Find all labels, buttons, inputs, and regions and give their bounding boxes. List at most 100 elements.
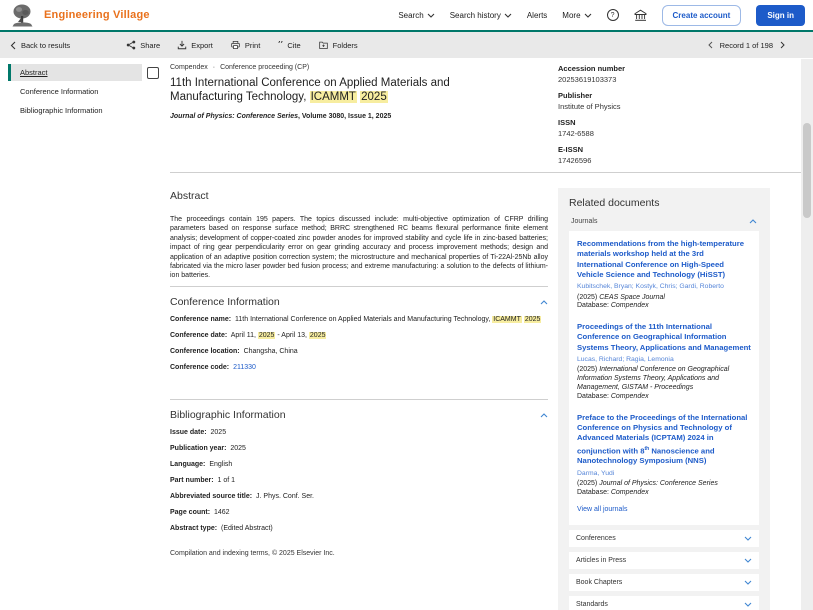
sidebar-item-conference-information[interactable]: Conference Information bbox=[8, 83, 142, 100]
top-header: Engineering Village Search Search histor… bbox=[0, 0, 813, 30]
issn-link[interactable]: 1742-6588 bbox=[558, 129, 770, 138]
record-metadata: Accession number 20253619103373 Publishe… bbox=[558, 64, 770, 172]
chevron-down-icon bbox=[504, 13, 512, 18]
page-scrollbar-track[interactable] bbox=[801, 59, 813, 610]
related-document-database: Database: Compendex bbox=[577, 489, 751, 498]
share-button[interactable]: Share bbox=[126, 40, 160, 50]
institution-icon[interactable] bbox=[634, 9, 647, 22]
related-document: Proceedings of the 11th International Co… bbox=[577, 322, 751, 401]
eyebrow-separator: · bbox=[213, 64, 215, 71]
share-icon bbox=[126, 40, 136, 50]
previous-record-icon[interactable] bbox=[708, 41, 713, 49]
accordion-standards[interactable]: Standards bbox=[569, 596, 759, 610]
issue-date-row: Issue date: 2025 bbox=[170, 428, 548, 437]
related-document: Preface to the Proceedings of the Intern… bbox=[577, 413, 751, 498]
create-account-button[interactable]: Create account bbox=[662, 5, 742, 26]
brand-title[interactable]: Engineering Village bbox=[44, 9, 150, 21]
collapse-section-icon[interactable] bbox=[540, 413, 548, 418]
conference-code-link[interactable]: 211330 bbox=[233, 364, 256, 371]
record-main: Compendex · Conference proceeding (CP) 1… bbox=[170, 64, 548, 610]
next-record-icon[interactable] bbox=[780, 41, 785, 49]
accession-number-label: Accession number bbox=[558, 64, 770, 73]
nav-search[interactable]: Search bbox=[398, 11, 434, 20]
related-document-database: Database: Compendex bbox=[577, 393, 751, 402]
eissn-group: E-ISSN 17426596 bbox=[558, 145, 770, 165]
folders-button[interactable]: Folders bbox=[318, 40, 358, 50]
conference-information-section: Conference Information Conference name: … bbox=[170, 296, 548, 372]
nav-more[interactable]: More bbox=[562, 11, 591, 20]
eissn-link[interactable]: 17426596 bbox=[558, 156, 770, 165]
header-nav: Search Search history Alerts More bbox=[398, 5, 805, 26]
related-document: Recommendations from the high-temperatur… bbox=[577, 239, 751, 311]
nav-search-label: Search bbox=[398, 11, 423, 20]
chevron-down-icon bbox=[744, 602, 752, 607]
related-document-source: (2025) International Conference on Geogr… bbox=[577, 366, 751, 392]
section-divider bbox=[170, 399, 548, 400]
record-eyebrow: Compendex · Conference proceeding (CP) bbox=[170, 64, 548, 71]
chevron-down-icon bbox=[744, 558, 752, 563]
bibliographic-information-section: Bibliographic Information Issue date: 20… bbox=[170, 409, 548, 533]
abstract-section: Abstract The proceedings contain 195 pap… bbox=[170, 190, 548, 281]
conference-date-row: Conference date: April 11, 2025 - April … bbox=[170, 331, 548, 340]
record-title: 11th International Conference on Applied… bbox=[170, 76, 482, 104]
cite-quote-icon: ” bbox=[277, 41, 283, 49]
record-toolbar: Back to results Share bbox=[0, 30, 813, 58]
related-document-title-link[interactable]: Proceedings of the 11th International Co… bbox=[577, 322, 751, 353]
chevron-down-icon bbox=[584, 13, 592, 18]
cite-label: Cite bbox=[287, 41, 300, 50]
related-documents-panel: Related documents Journals Recommendatio… bbox=[558, 188, 770, 610]
accordion-conferences[interactable]: Conferences bbox=[569, 530, 759, 547]
share-label: Share bbox=[140, 41, 160, 50]
chevron-down-icon bbox=[744, 536, 752, 541]
accordion-book-chapters[interactable]: Book Chapters bbox=[569, 574, 759, 591]
record-pagination: Record 1 of 198 bbox=[708, 41, 785, 50]
publication-year-row: Publication year: 2025 bbox=[170, 444, 548, 453]
nav-search-history[interactable]: Search history bbox=[450, 11, 512, 20]
back-to-results-button[interactable]: Back to results bbox=[10, 41, 70, 50]
chevron-down-icon bbox=[427, 13, 435, 18]
journals-accordion-header[interactable]: Journals bbox=[569, 218, 759, 225]
help-icon[interactable]: ? bbox=[607, 9, 619, 21]
related-document-authors[interactable]: Lucas, Richard; Ragia, Lemonia bbox=[577, 356, 751, 364]
print-button[interactable]: Print bbox=[230, 40, 260, 50]
related-document-authors[interactable]: Darma, Yudi bbox=[577, 470, 751, 478]
record-section-nav: Abstract Conference Information Bibliogr… bbox=[8, 64, 142, 121]
folder-plus-icon bbox=[318, 40, 329, 50]
abbreviated-source-title-row: Abbreviated source title: J. Phys. Conf.… bbox=[170, 492, 548, 501]
database-label: Compendex bbox=[170, 64, 208, 71]
conference-name-row: Conference name: 11th International Conf… bbox=[170, 315, 548, 324]
cite-button[interactable]: ” Cite bbox=[277, 40, 300, 50]
bibliographic-heading: Bibliographic Information bbox=[170, 409, 286, 421]
export-button[interactable]: Export bbox=[177, 40, 213, 50]
eissn-label: E-ISSN bbox=[558, 145, 770, 154]
highlight-2025: 2025 bbox=[360, 91, 388, 103]
sign-in-button[interactable]: Sign in bbox=[756, 5, 805, 26]
publisher-label: Publisher bbox=[558, 91, 770, 100]
highlight-2025: 2025 bbox=[309, 332, 327, 339]
related-document-title-link[interactable]: Recommendations from the high-temperatur… bbox=[577, 239, 751, 280]
view-all-journals-link[interactable]: View all journals bbox=[577, 506, 627, 513]
export-label: Export bbox=[191, 41, 213, 50]
page-scrollbar-thumb[interactable] bbox=[803, 123, 811, 218]
sidebar-item-bibliographic-information[interactable]: Bibliographic Information bbox=[8, 102, 142, 119]
related-document-source: (2025) Journal of Physics: Conference Se… bbox=[577, 480, 751, 489]
related-documents-heading: Related documents bbox=[569, 197, 759, 209]
nav-alerts[interactable]: Alerts bbox=[527, 11, 547, 20]
related-document-database: Database: Compendex bbox=[577, 302, 751, 311]
select-record-checkbox[interactable] bbox=[147, 67, 159, 79]
highlight-icammt: ICAMMT bbox=[492, 316, 522, 323]
export-icon bbox=[177, 40, 187, 50]
sidebar-item-abstract[interactable]: Abstract bbox=[8, 64, 142, 81]
nav-search-history-label: Search history bbox=[450, 11, 501, 20]
nav-alerts-label: Alerts bbox=[527, 11, 547, 20]
elsevier-tree-logo-icon[interactable] bbox=[10, 3, 35, 28]
related-document-authors[interactable]: Kubitschek, Bryan; Kostyk, Chris; Gardi,… bbox=[577, 283, 751, 291]
highlight-2025: 2025 bbox=[258, 332, 276, 339]
engineering-village-record-page: Engineering Village Search Search histor… bbox=[0, 0, 813, 610]
record-tools: Share Export bbox=[126, 40, 357, 50]
collapse-section-icon[interactable] bbox=[540, 300, 548, 305]
related-document-title-link[interactable]: Preface to the Proceedings of the Intern… bbox=[577, 413, 751, 467]
highlight-2025: 2025 bbox=[524, 316, 542, 323]
accordion-articles-in-press[interactable]: Articles in Press bbox=[569, 552, 759, 569]
nav-more-label: More bbox=[562, 11, 580, 20]
